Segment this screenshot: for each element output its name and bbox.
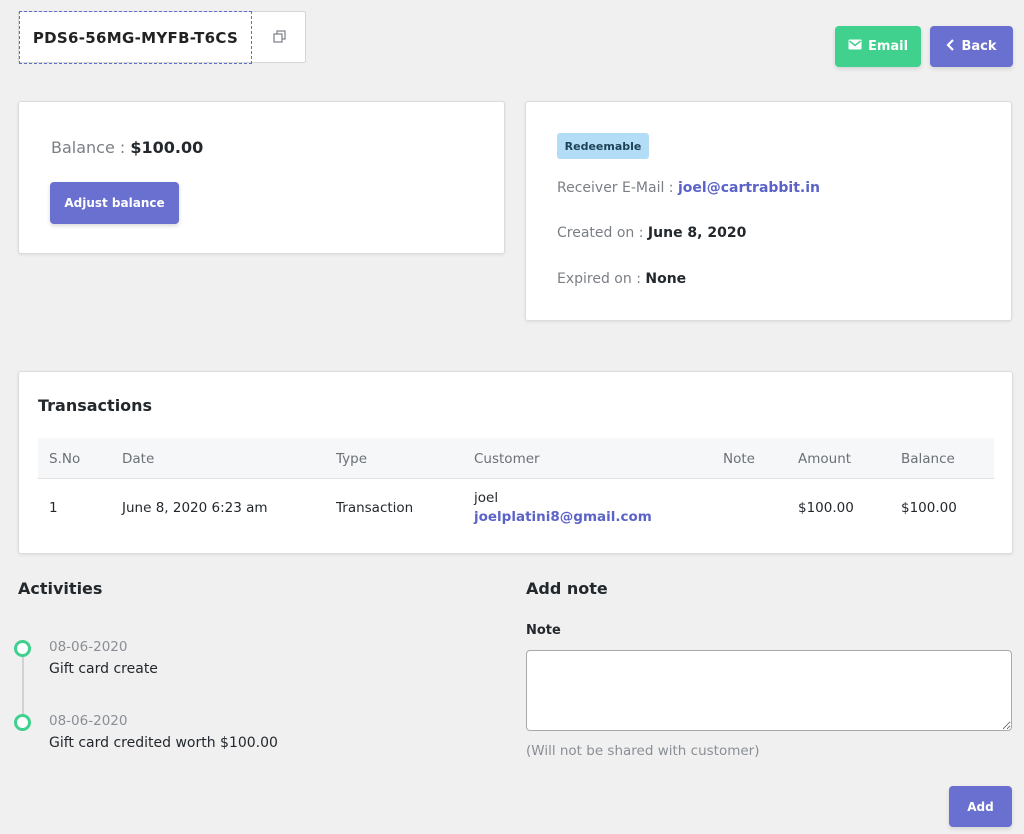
cell-date: June 8, 2020 6:23 am	[122, 500, 268, 516]
activity-text: Gift card create	[49, 661, 158, 677]
chevron-left-icon	[946, 38, 955, 55]
column-header-customer: Customer	[474, 451, 540, 467]
timeline-dot-icon	[14, 640, 31, 657]
timeline-dot-icon	[14, 714, 31, 731]
note-hint: (Will not be shared with customer)	[526, 743, 760, 759]
gift-card-info-card: Redeemable Receiver E-Mail : joel@cartra…	[525, 101, 1012, 321]
created-on-row: Created on : June 8, 2020	[557, 225, 746, 241]
cell-balance: $100.00	[901, 500, 957, 516]
receiver-email-link[interactable]: joel@cartrabbit.in	[678, 180, 820, 196]
created-on-label: Created on :	[557, 225, 644, 241]
copy-code-button[interactable]	[252, 12, 306, 62]
column-header-balance: Balance	[901, 451, 955, 467]
back-button[interactable]: Back	[930, 26, 1013, 67]
status-badge: Redeemable	[557, 133, 649, 159]
column-header-type: Type	[336, 451, 368, 467]
email-button-label: Email	[867, 39, 909, 54]
balance-label: Balance :	[51, 138, 126, 157]
expired-on-label: Expired on :	[557, 271, 641, 287]
transactions-table-header: S.No Date Type Customer Note Amount Bala…	[38, 438, 994, 479]
column-header-amount: Amount	[798, 451, 852, 467]
note-textarea[interactable]	[526, 650, 1012, 731]
receiver-email-row: Receiver E-Mail : joel@cartrabbit.in	[557, 180, 820, 196]
note-label: Note	[526, 623, 561, 638]
table-row: 1 June 8, 2020 6:23 am Transaction joel …	[38, 479, 994, 539]
copy-icon	[272, 28, 286, 47]
column-header-date: Date	[122, 451, 155, 467]
transactions-card: Transactions S.No Date Type Customer Not…	[18, 371, 1013, 554]
envelope-icon	[848, 39, 862, 54]
transactions-title: Transactions	[38, 396, 153, 415]
column-header-note: Note	[723, 451, 755, 467]
activity-date: 08-06-2020	[49, 639, 128, 655]
activity-date: 08-06-2020	[49, 713, 128, 729]
activity-text: Gift card credited worth $100.00	[49, 735, 278, 751]
back-button-label: Back	[961, 39, 997, 54]
adjust-balance-button[interactable]: Adjust balance	[50, 182, 179, 224]
gift-card-code-box: PDS6-56MG-MYFB-T6CS	[18, 11, 306, 64]
column-header-sno: S.No	[49, 451, 81, 467]
cell-customer-name: joel	[474, 490, 499, 506]
created-on-value: June 8, 2020	[647, 225, 747, 241]
receiver-email-label: Receiver E-Mail :	[557, 180, 674, 196]
expired-on-row: Expired on : None	[557, 271, 686, 287]
email-button[interactable]: Email	[835, 26, 921, 67]
expired-on-value: None	[645, 271, 687, 287]
cell-type: Transaction	[336, 500, 414, 516]
cell-customer-email[interactable]: joelplatini8@gmail.com	[474, 509, 652, 525]
balance-line: Balance : $100.00	[51, 138, 203, 157]
add-note-button[interactable]: Add	[949, 786, 1012, 827]
gift-card-code: PDS6-56MG-MYFB-T6CS	[19, 11, 252, 64]
timeline-line	[22, 649, 24, 723]
add-note-title: Add note	[526, 579, 608, 598]
cell-amount: $100.00	[798, 500, 854, 516]
activities-title: Activities	[18, 579, 103, 598]
balance-card: Balance : $100.00 Adjust balance	[18, 101, 505, 254]
balance-value: $100.00	[130, 138, 204, 157]
cell-sno: 1	[49, 500, 58, 516]
